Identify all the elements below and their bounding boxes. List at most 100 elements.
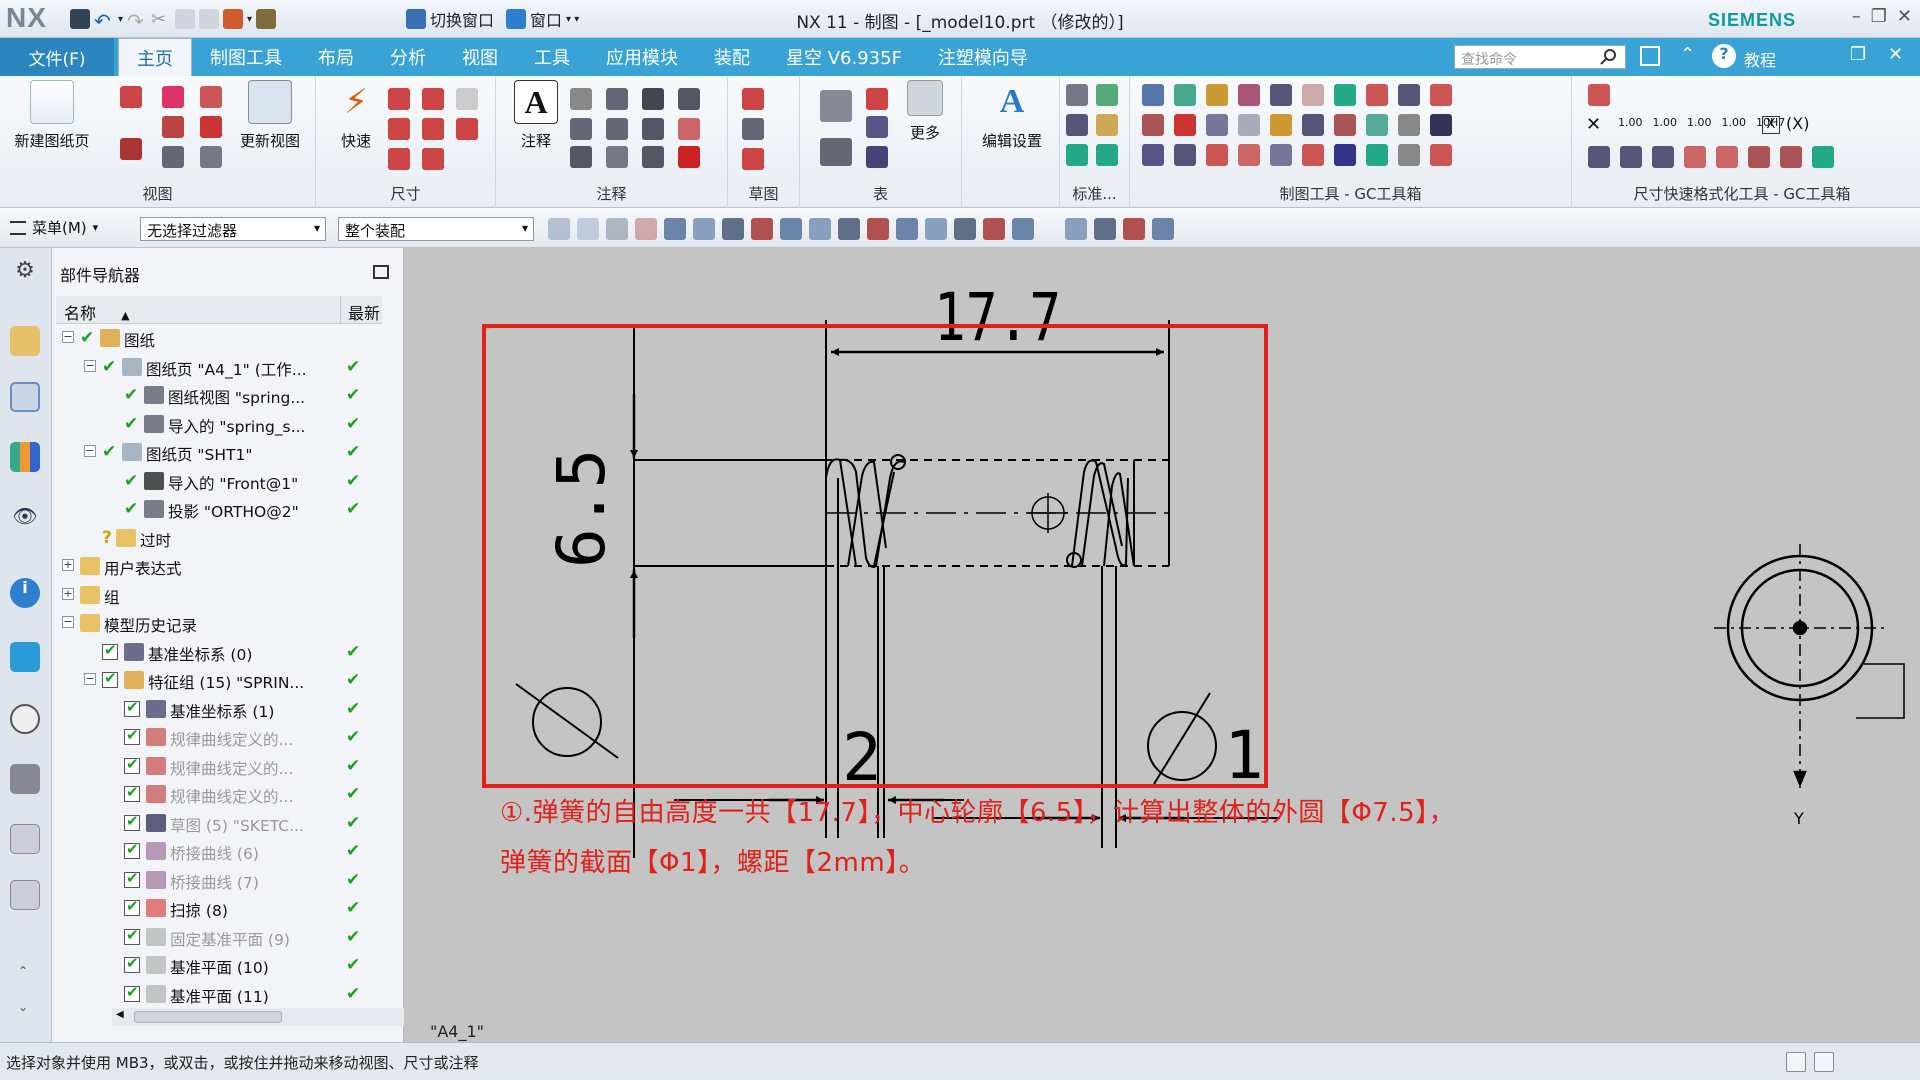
close-icon[interactable]: ✕: [1897, 6, 1912, 27]
dim-format-button[interactable]: 1.00: [1687, 116, 1712, 129]
tolerance-1-icon[interactable]: [1588, 146, 1610, 168]
style-1-icon[interactable]: [1684, 146, 1706, 168]
history-clock-icon[interactable]: [10, 704, 40, 734]
tab-3[interactable]: 分析: [372, 38, 444, 76]
box-select-icon[interactable]: [664, 218, 686, 240]
navigator-row[interactable]: 基准平面 (10) ✔: [56, 951, 382, 979]
datum-target-icon[interactable]: [570, 118, 592, 140]
collapse-icon[interactable]: −: [84, 359, 96, 372]
help-icon[interactable]: ?: [1712, 44, 1736, 68]
chamfer-dimension-icon[interactable]: [388, 118, 410, 140]
symbol-icon[interactable]: [642, 88, 664, 110]
line-icon[interactable]: [742, 148, 764, 170]
drafting-tool-icon[interactable]: [1238, 114, 1260, 136]
bend-table-icon[interactable]: [866, 146, 888, 168]
section-view-icon[interactable]: [162, 116, 184, 138]
arc-center-icon[interactable]: [896, 218, 918, 240]
broken-out-section-icon[interactable]: [162, 146, 184, 168]
standard-tool-1-icon[interactable]: [1066, 84, 1088, 106]
drafting-tool-icon[interactable]: [1174, 84, 1196, 106]
menu-button[interactable]: 菜单(M) ▾: [10, 217, 98, 238]
note-button[interactable]: A 注释: [496, 80, 576, 151]
paste-icon[interactable]: [199, 9, 220, 29]
drafting-tool-icon[interactable]: [1174, 114, 1196, 136]
view-creation-wizard-icon[interactable]: [120, 138, 142, 160]
touch-dropdown-icon[interactable]: ▾: [247, 14, 252, 25]
select-feature-icon[interactable]: [548, 218, 570, 240]
drafting-tool-icon[interactable]: [1398, 114, 1420, 136]
image-icon[interactable]: [606, 146, 628, 168]
point-on-curve-icon[interactable]: [983, 218, 1005, 240]
intersection-icon[interactable]: [809, 218, 831, 240]
tab-2[interactable]: 布局: [300, 38, 372, 76]
standard-tool-3-icon[interactable]: [1066, 114, 1088, 136]
drafting-tool-icon[interactable]: [1430, 84, 1452, 106]
drafting-tool-icon[interactable]: [1206, 114, 1228, 136]
table-icon[interactable]: [820, 138, 852, 166]
drafting-tool-icon[interactable]: [1398, 84, 1420, 106]
drafting-tool-icon[interactable]: [1238, 144, 1260, 166]
drafting-tool-icon[interactable]: [1302, 144, 1324, 166]
ordinate-dimension-icon[interactable]: [422, 148, 444, 170]
reuse-library-icon[interactable]: [10, 442, 40, 472]
drafting-tool-icon[interactable]: [1430, 144, 1452, 166]
collapse-icon[interactable]: −: [62, 331, 74, 343]
endpoint-icon[interactable]: [722, 218, 744, 240]
navigator-row[interactable]: − 模型历史记录: [56, 609, 382, 637]
window-menu-button[interactable]: 窗口 ▾ ▾: [506, 8, 579, 30]
snap-end-icon[interactable]: [606, 218, 628, 240]
navigator-row[interactable]: 基准平面 (11) ✔: [56, 980, 382, 1008]
scrollbar-thumb[interactable]: [134, 1011, 282, 1023]
close-doc-icon[interactable]: ✕: [1888, 44, 1903, 65]
tab-5[interactable]: 工具: [516, 38, 588, 76]
navigator-row[interactable]: 桥接曲线 (6) ✔: [56, 837, 382, 865]
navigator-row[interactable]: 规律曲线定义的... ✔: [56, 752, 382, 780]
radial-dimension-icon[interactable]: [422, 88, 444, 110]
navigator-row[interactable]: 扫掠 (8) ✔: [56, 894, 382, 922]
drafting-tool-icon[interactable]: [1142, 84, 1164, 106]
tab-9[interactable]: 注塑模向导: [920, 38, 1046, 76]
detail-view-icon[interactable]: [200, 86, 222, 108]
column-latest-header[interactable]: 最新: [348, 300, 380, 324]
refresh-icon[interactable]: [1812, 146, 1834, 168]
visibility-checkbox[interactable]: [124, 755, 140, 774]
collapse-icon[interactable]: −: [62, 616, 74, 628]
drafting-tool-icon[interactable]: [1206, 144, 1228, 166]
column-name-header[interactable]: 名称 ▲: [64, 300, 130, 324]
navigator-row[interactable]: 桥接曲线 (7) ✔: [56, 866, 382, 894]
tab-7[interactable]: 装配: [696, 38, 768, 76]
navigator-row[interactable]: ✔ 投影 "ORTHO@2" ✔: [56, 495, 382, 523]
lock-icon[interactable]: [1012, 218, 1034, 240]
visibility-checkbox[interactable]: [124, 698, 140, 717]
visibility-checkbox[interactable]: [102, 669, 118, 688]
edit-settings-button[interactable]: A 编辑设置: [968, 80, 1056, 151]
navigator-row[interactable]: 规律曲线定义的... ✔: [56, 723, 382, 751]
visibility-checkbox[interactable]: [124, 726, 140, 745]
more-tools-icon[interactable]: [1152, 218, 1174, 240]
file-menu-button[interactable]: 文件(F): [0, 38, 114, 76]
quadrant-icon[interactable]: [925, 218, 947, 240]
standard-tool-5-icon[interactable]: [1066, 144, 1088, 166]
tab-8[interactable]: 星空 V6.935F: [768, 38, 920, 76]
navigator-row[interactable]: 草图 (5) "SKETC... ✔: [56, 809, 382, 837]
navigator-row[interactable]: 固定基准平面 (9) ✔: [56, 923, 382, 951]
web-browser-icon[interactable]: [10, 642, 40, 672]
drafting-tool-icon[interactable]: [1238, 84, 1260, 106]
drafting-tool-icon[interactable]: [1334, 144, 1356, 166]
drawing-canvas[interactable]: 17.7 6.5 2 1 Y ①.弹簧的自由高度一共【17.7】，中心轮廓【6.…: [404, 248, 1920, 1042]
target-point-icon[interactable]: [678, 88, 700, 110]
visibility-checkbox[interactable]: [124, 983, 140, 1002]
system-materials-icon[interactable]: [10, 824, 40, 854]
control-point-icon[interactable]: [780, 218, 802, 240]
dim-format-button[interactable]: 1.00: [1653, 116, 1678, 129]
navigator-row[interactable]: + 组: [56, 581, 382, 609]
part-list-icon[interactable]: [866, 88, 888, 110]
perimeter-dimension-icon[interactable]: [388, 148, 410, 170]
selection-scope-select[interactable]: 整个装配 ▾: [338, 217, 534, 241]
ribbon-collapse-icon[interactable]: ⌃: [1680, 44, 1695, 65]
standard-tool-2-icon[interactable]: [1096, 84, 1118, 106]
visibility-checkbox[interactable]: [124, 840, 140, 859]
snap-point-icon[interactable]: [577, 218, 599, 240]
style-2-icon[interactable]: [1716, 146, 1738, 168]
part-navigator-icon[interactable]: [10, 382, 40, 412]
